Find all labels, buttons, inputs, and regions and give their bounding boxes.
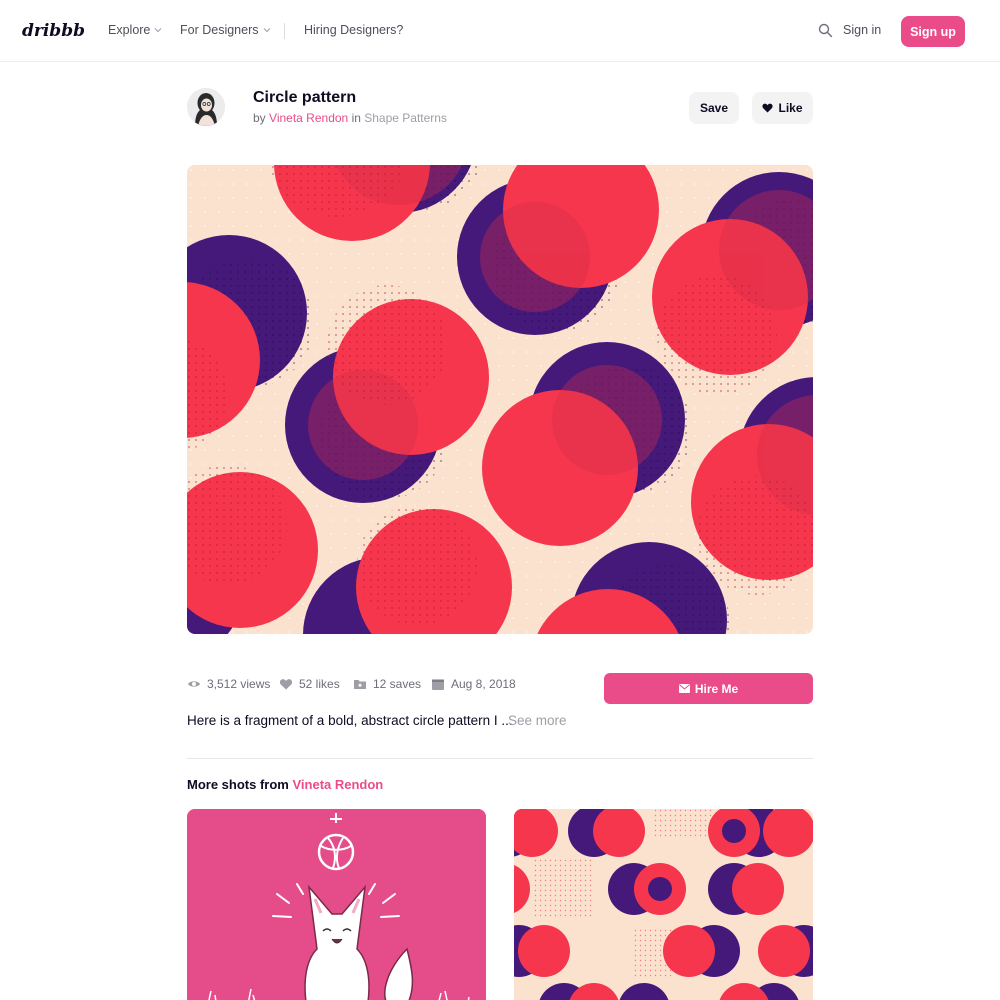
sign-in-link[interactable]: Sign in [843, 23, 881, 37]
post-date: Aug 8, 2018 [451, 677, 516, 691]
hire-me-label: Hire Me [694, 681, 739, 696]
category-link[interactable]: Shape Patterns [364, 111, 447, 125]
save-button[interactable]: Save [689, 92, 739, 124]
calendar-icon [432, 679, 444, 690]
more-shots-prefix: More shots from [187, 777, 289, 792]
logo-text: dribbble [22, 21, 84, 41]
saves-stat: 12 saves [353, 677, 421, 691]
circle-pattern-artwork [187, 165, 813, 634]
more-shots-heading: More shots from Vineta Rendon [187, 777, 383, 792]
likes-count: 52 likes [299, 677, 340, 691]
nav-divider [284, 23, 285, 39]
hire-me-button[interactable]: Hire Me [604, 673, 813, 704]
nav-for-designers[interactable]: For Designers [180, 23, 271, 37]
search-icon[interactable] [818, 23, 833, 38]
chevron-down-icon [155, 28, 162, 33]
saves-count: 12 saves [373, 677, 422, 691]
avatar-image [187, 88, 225, 126]
likes-stat: 52 likes [279, 677, 340, 691]
more-shot-thumbnail[interactable] [187, 809, 486, 1000]
views-count: 3,512 views [207, 677, 271, 691]
circle-pattern-thumbnail [514, 809, 813, 1000]
see-more-link[interactable]: See more [508, 713, 567, 728]
site-header: dribbble Explore For Designers Hiring De… [0, 0, 1000, 62]
sign-up-button[interactable]: Sign up [901, 16, 965, 47]
byline-prefix: by [253, 111, 266, 125]
shot-title: Circle pattern [253, 89, 357, 106]
date-stat: Aug 8, 2018 [431, 677, 516, 691]
section-divider [187, 758, 813, 759]
nav-hiring-designers[interactable]: Hiring Designers? [304, 23, 403, 37]
views-stat: 3,512 views [187, 677, 270, 691]
more-shot-thumbnail[interactable] [514, 809, 813, 1000]
like-label: Like [778, 101, 803, 115]
nav-explore-label: Explore [108, 23, 151, 37]
nav-hiring-designers-label: Hiring Designers? [304, 23, 404, 37]
dribbble-logo[interactable]: dribbble [22, 16, 84, 44]
heart-icon [279, 679, 293, 690]
author-avatar[interactable] [187, 88, 225, 126]
nav-for-designers-label: For Designers [180, 23, 259, 37]
shot-description: Here is a fragment of a bold, abstract c… [187, 713, 513, 728]
nav-explore[interactable]: Explore [108, 23, 162, 37]
author-link[interactable]: Vineta Rendon [269, 111, 348, 125]
more-shots-author-link[interactable]: Vineta Rendon [292, 777, 383, 792]
shot-byline: by Vineta Rendon in Shape Patterns [253, 111, 447, 125]
folder-plus-icon [354, 680, 366, 689]
eye-icon [188, 681, 200, 687]
heart-icon [762, 103, 774, 113]
like-button[interactable]: Like [752, 92, 813, 124]
shot-image[interactable] [187, 165, 813, 634]
chevron-down-icon [263, 28, 270, 33]
cat-illustration [187, 809, 486, 1000]
mail-icon [678, 684, 690, 693]
byline-in: in [351, 111, 361, 125]
